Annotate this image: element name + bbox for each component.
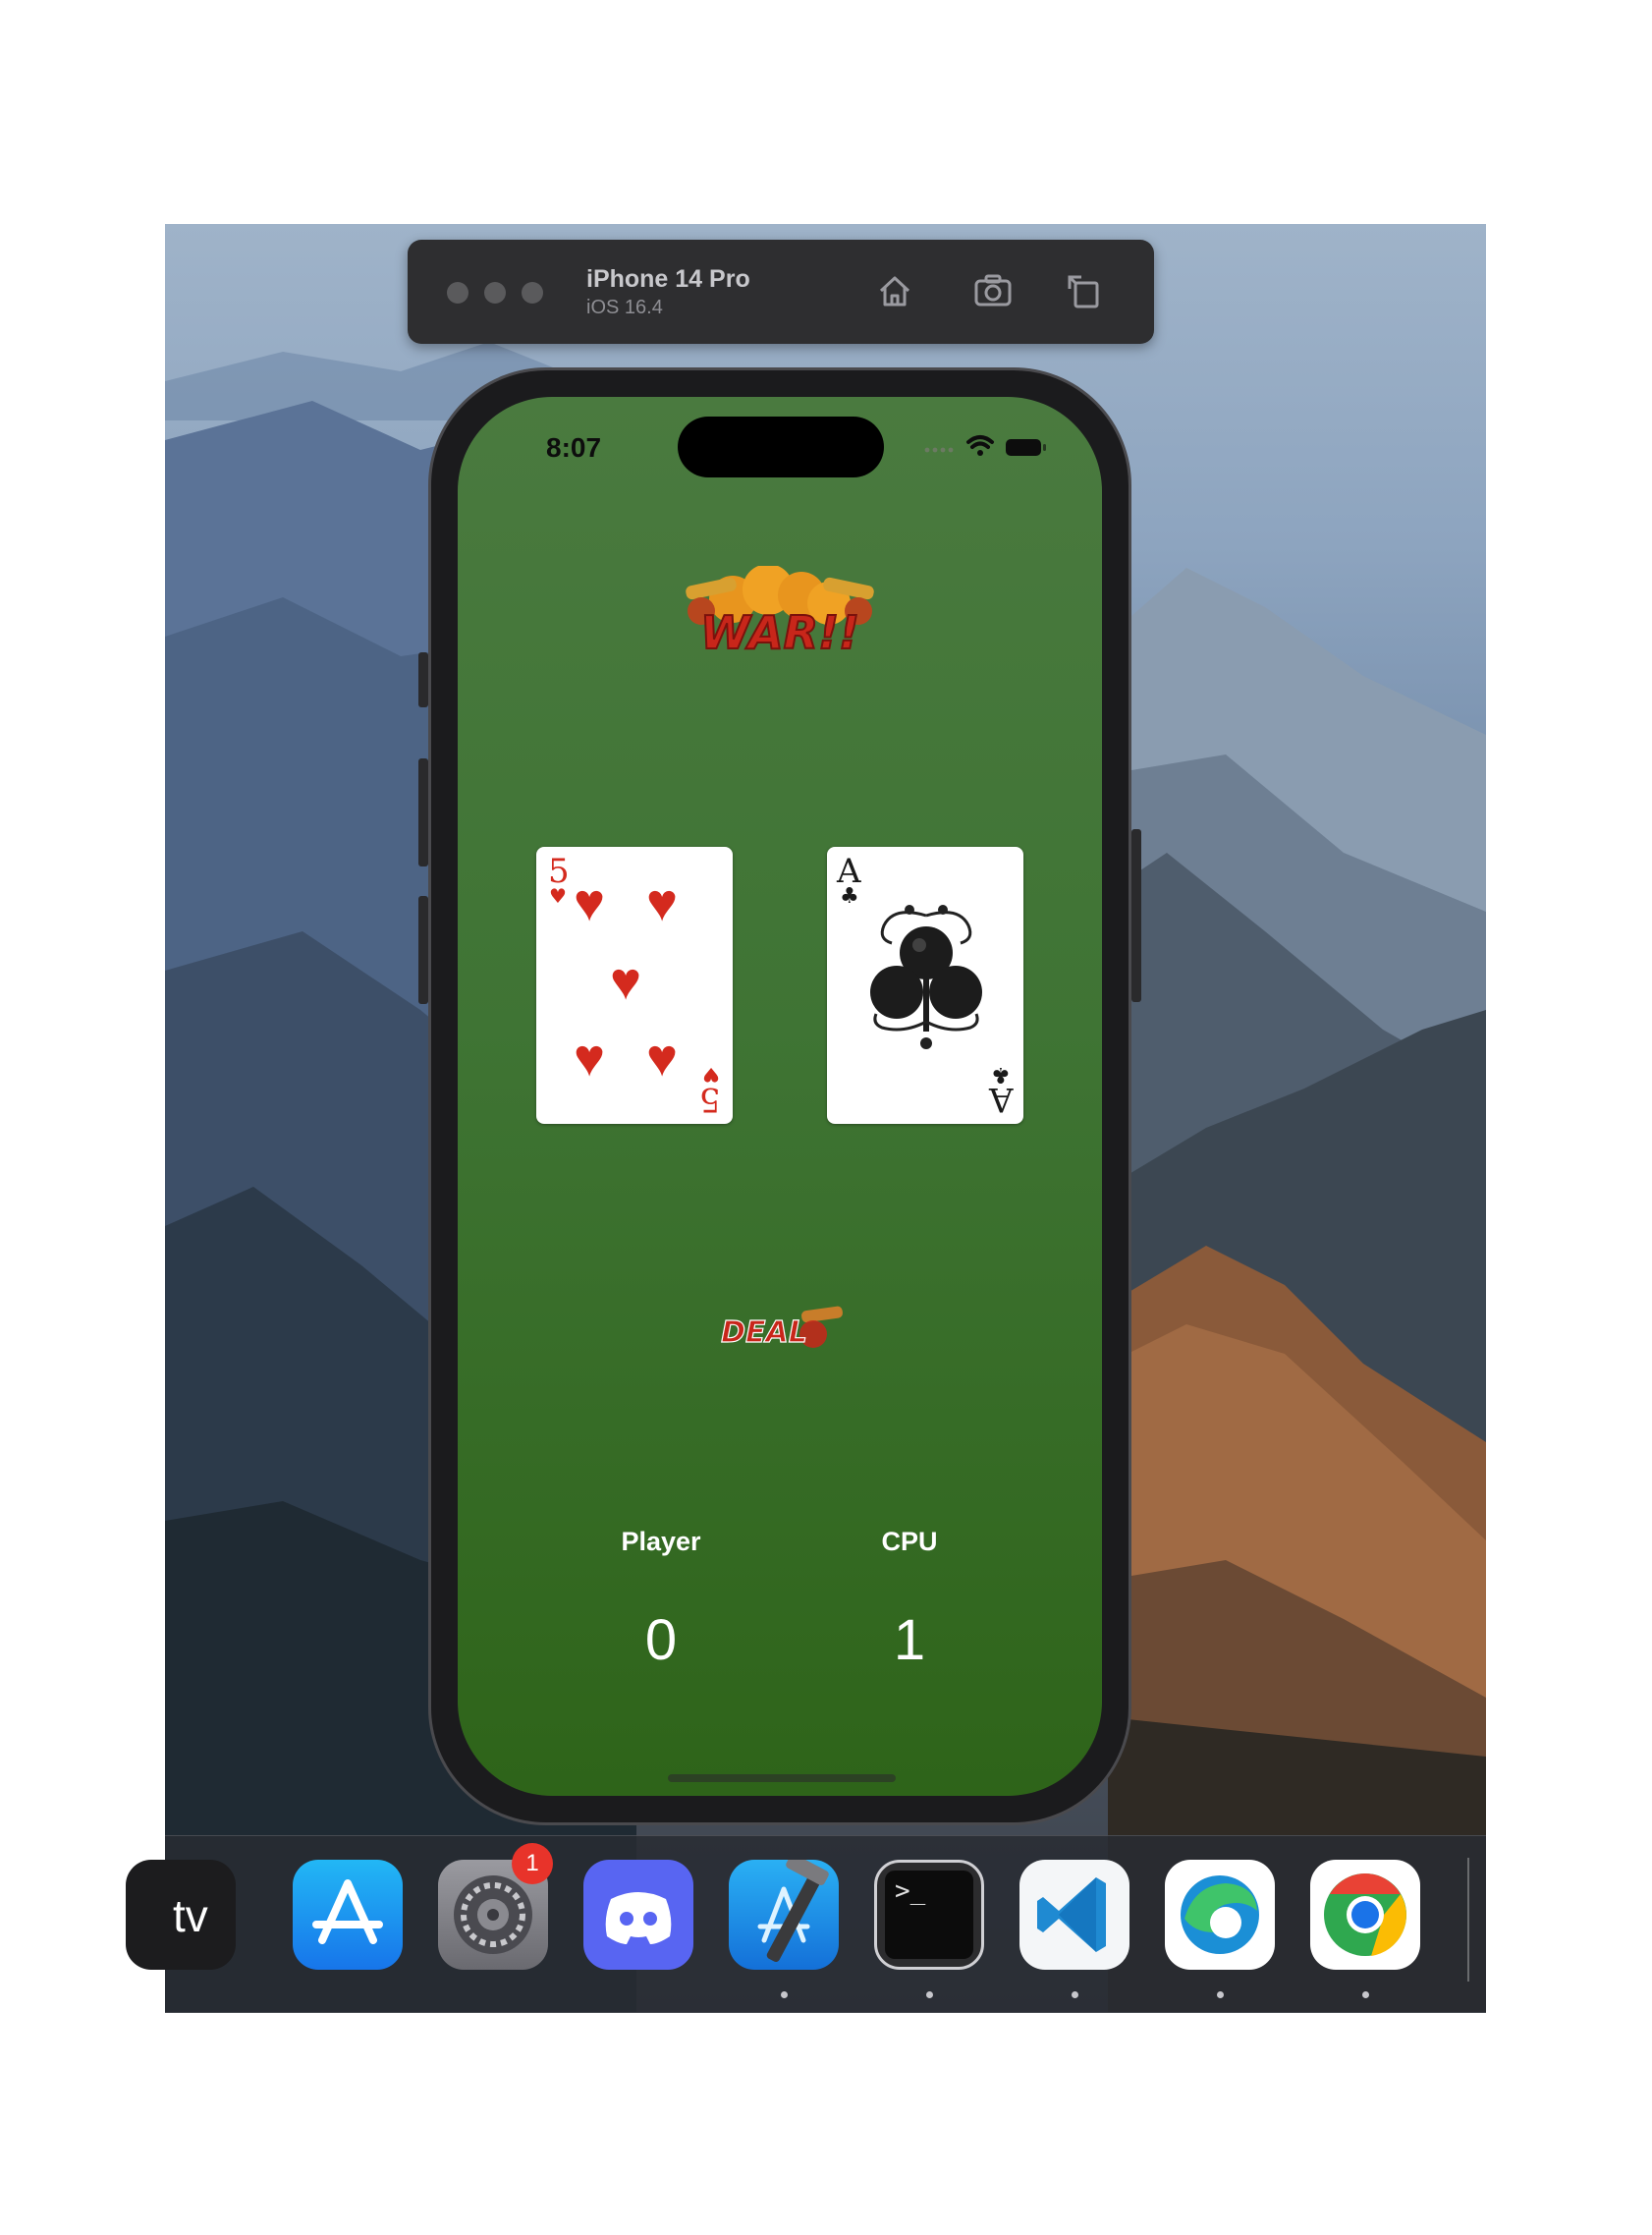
vscode-icon	[1037, 1877, 1106, 1952]
signal-dots-icon	[924, 447, 954, 453]
heart-pip: ♥	[574, 1029, 606, 1088]
cpu-label: CPU	[881, 1527, 938, 1556]
edge-running-indicator	[1217, 1991, 1224, 1998]
heart-pip: ♥	[646, 1029, 679, 1088]
cpu-score: 1	[893, 1608, 926, 1672]
chrome-icon	[1324, 1873, 1406, 1956]
volume-up-button	[418, 758, 428, 866]
close-window-button[interactable]	[447, 282, 468, 304]
dock-divider	[1467, 1858, 1469, 1982]
zoom-window-button[interactable]	[522, 282, 543, 304]
minimize-window-button[interactable]	[484, 282, 506, 304]
heart-pip: ♥	[610, 952, 642, 1011]
xcode-running-indicator	[781, 1991, 788, 1998]
xcode-icon	[757, 1860, 829, 1963]
os-version: iOS 16.4	[586, 297, 663, 318]
apple-tv-app-icon[interactable]: tv	[126, 1860, 236, 1970]
deal-button[interactable]: DEAL	[713, 1303, 851, 1354]
war-logo: WAR!!	[686, 566, 874, 660]
dynamic-island	[678, 417, 884, 477]
player-card: 5 ♥ ♥ ♥ ♥ ♥ ♥ 5 ♥	[536, 847, 733, 1124]
heart-pip: ♥	[574, 873, 606, 932]
cpu-card-corner-suit-inverted: ♣	[991, 1062, 1011, 1087]
macos-dock: tv >_	[126, 1835, 1486, 2013]
xcode-app-icon[interactable]	[729, 1860, 839, 1970]
cpu-card-rank-inverted: A	[989, 1080, 1014, 1119]
apple-tv-label: tv	[173, 1890, 208, 1941]
vscode-app-icon[interactable]	[1019, 1860, 1129, 1970]
battery-icon	[1006, 439, 1046, 456]
player-card-corner-suit-inverted: ♥	[702, 1063, 720, 1087]
volume-down-button	[418, 896, 428, 1004]
discord-app-icon[interactable]	[583, 1860, 693, 1970]
rotate-icon[interactable]	[1062, 269, 1105, 312]
home-indicator[interactable]	[668, 1774, 896, 1782]
player-card-rank: 5	[548, 852, 570, 891]
discord-icon	[605, 1892, 672, 1944]
app-store-icon[interactable]	[293, 1860, 403, 1970]
action-button	[418, 652, 428, 707]
status-time: 8:07	[546, 432, 602, 463]
chrome-app-icon[interactable]	[1310, 1860, 1420, 1970]
app-store-glyph	[312, 1879, 383, 1944]
wifi-icon	[966, 435, 994, 456]
vscode-running-indicator	[1072, 1991, 1078, 1998]
app-screen: 8:07 WAR!! 5 ♥ ♥ ♥ ♥ ♥ ♥ 5 ♥ A ♣ A ♣ DEA…	[458, 397, 1102, 1796]
simulator-toolbar: iPhone 14 Pro iOS 16.4	[408, 240, 1154, 344]
ace-of-clubs-emblem	[870, 905, 982, 1049]
player-card-corner-suit: ♥	[549, 884, 567, 908]
player-label: Player	[621, 1527, 701, 1556]
home-icon[interactable]	[873, 269, 916, 312]
terminal-screen: >_	[885, 1871, 973, 1959]
device-name: iPhone 14 Pro	[586, 265, 750, 293]
player-card-rank-inverted: 5	[699, 1080, 721, 1119]
camera-icon[interactable]	[971, 269, 1015, 312]
cpu-card-rank: A	[837, 852, 861, 891]
deal-button-label: DEAL	[721, 1315, 807, 1350]
terminal-app-icon[interactable]: >_	[874, 1860, 984, 1970]
player-score: 0	[644, 1608, 678, 1672]
edge-app-icon[interactable]	[1165, 1860, 1275, 1970]
power-button	[1131, 829, 1141, 1002]
war-logo-text: WAR!!	[700, 606, 859, 659]
heart-pip: ♥	[646, 873, 679, 932]
terminal-prompt: >_	[895, 1876, 926, 1906]
chrome-running-indicator	[1362, 1991, 1369, 1998]
edge-icon	[1181, 1875, 1259, 1954]
cpu-card: A ♣ A ♣	[827, 847, 1023, 1124]
notification-badge: 1	[512, 1843, 553, 1884]
status-icons	[924, 435, 1046, 456]
terminal-running-indicator	[926, 1991, 933, 1998]
